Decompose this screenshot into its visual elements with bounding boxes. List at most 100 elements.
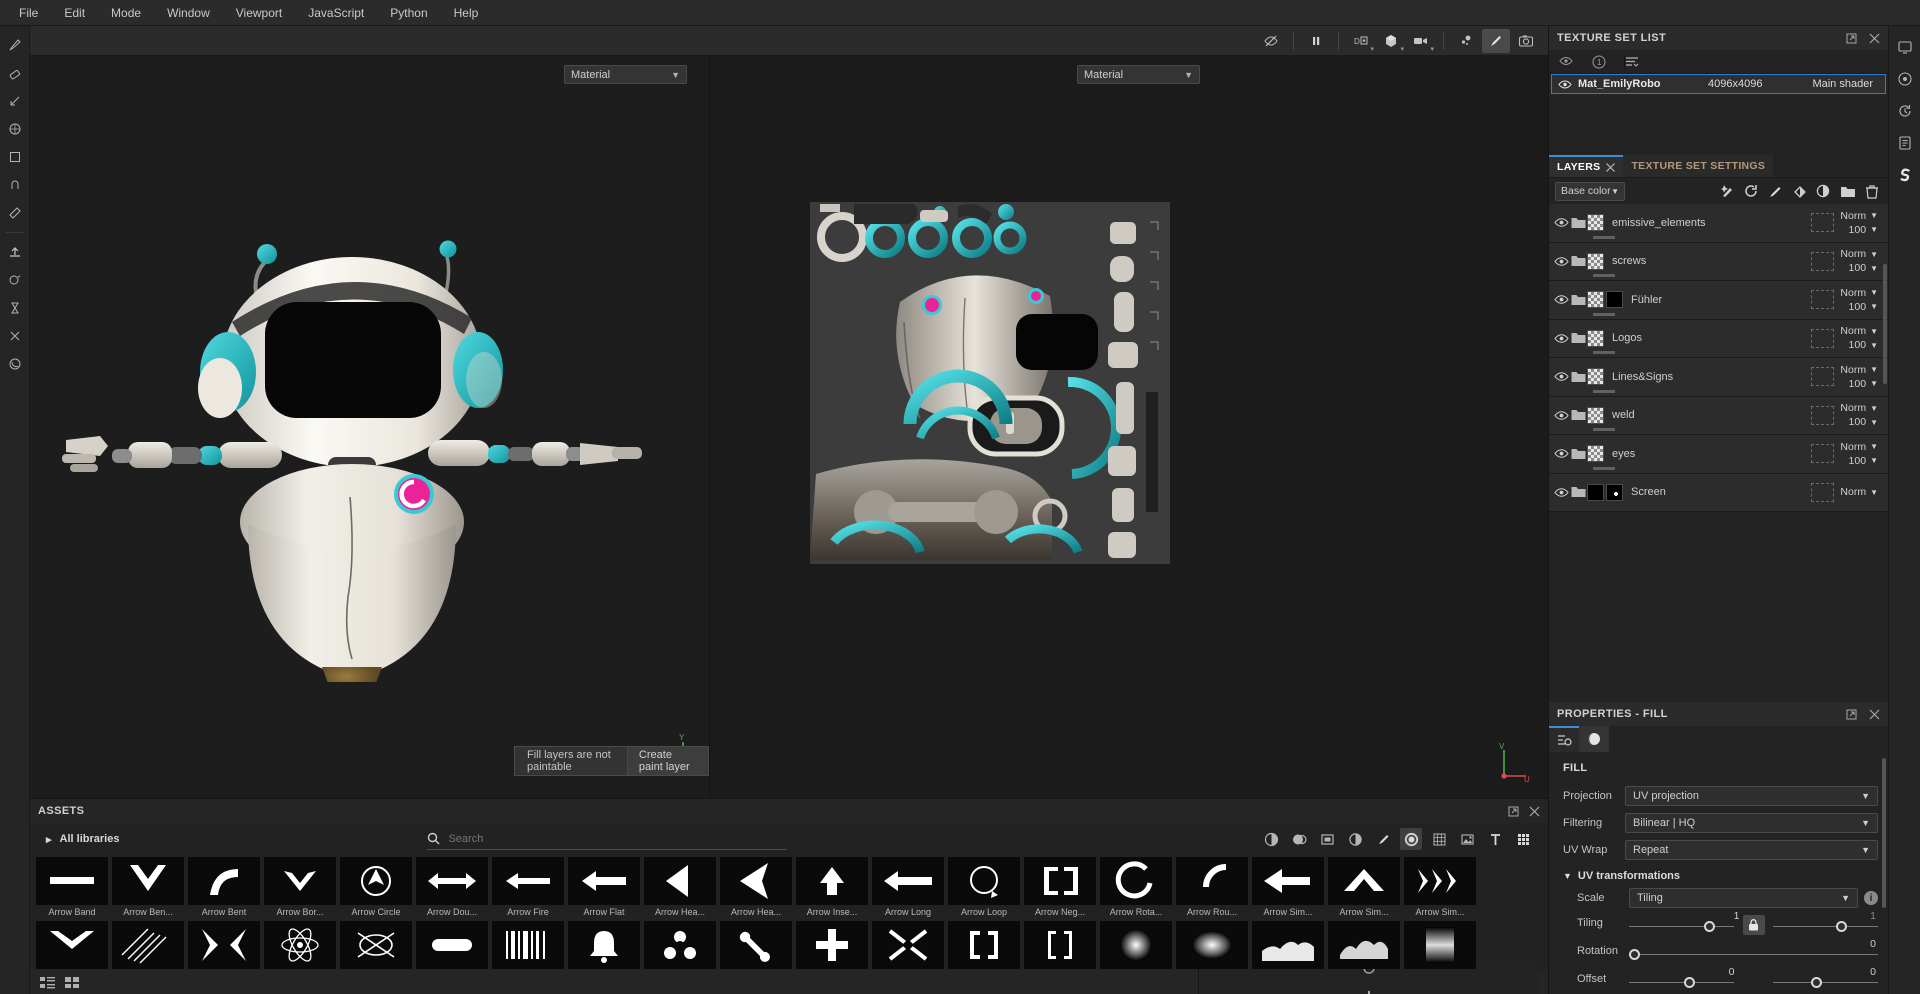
hourglass-icon[interactable] (2, 295, 28, 321)
export-icon[interactable] (2, 239, 28, 265)
assets-grid-scroll[interactable]: Arrow Band Arrow Ben... Arrow Bent Arrow… (30, 855, 1548, 970)
menu-mode[interactable]: Mode (98, 2, 154, 24)
maximize-icon[interactable] (1846, 709, 1857, 720)
asset-item[interactable]: Arrow Sim... (1328, 857, 1400, 917)
asset-item[interactable] (264, 921, 336, 970)
tab-layers[interactable]: LAYERS (1549, 155, 1624, 177)
layer-row[interactable]: Logos Norm ▼ 100 ▼ (1549, 319, 1888, 358)
list-view-icon[interactable] (40, 976, 55, 989)
layer-blend-mode[interactable]: Norm ▼ (1840, 248, 1878, 260)
layer-row[interactable]: weld Norm ▼ 100 ▼ (1549, 396, 1888, 435)
filter-masks-icon[interactable] (1316, 828, 1338, 850)
close-icon[interactable] (1606, 162, 1616, 172)
asset-item[interactable]: Arrow Loop (948, 857, 1020, 917)
viewport-2d-uv[interactable]: Material ▼ V U (710, 56, 1548, 798)
eye-icon[interactable] (1553, 448, 1569, 459)
filter-alphas-icon[interactable] (1400, 828, 1422, 850)
asset-item[interactable]: Arrow Flat (568, 857, 640, 917)
filter-smart-materials-icon[interactable] (1288, 828, 1310, 850)
asset-item[interactable]: Arrow Bor... (264, 857, 336, 917)
add-smart-mask-icon[interactable] (1744, 184, 1759, 199)
asset-item[interactable]: Arrow Sim... (36, 921, 108, 970)
eraser-tool-icon[interactable] (2, 60, 28, 86)
close-icon[interactable] (1869, 709, 1880, 720)
layer-mask-placeholder[interactable] (1811, 290, 1835, 310)
geometry-decal-icon[interactable] (2, 116, 28, 142)
rotation-knob[interactable] (1629, 949, 1640, 960)
menu-viewport[interactable]: Viewport (223, 2, 295, 24)
layer-row[interactable]: screws Norm ▼ 100 ▼ (1549, 242, 1888, 281)
asset-item[interactable] (948, 921, 1020, 970)
layer-opacity[interactable]: 100 ▼ (1849, 224, 1878, 236)
visibility-toggle-icon[interactable] (1559, 55, 1574, 68)
menu-javascript[interactable]: JavaScript (295, 2, 377, 24)
add-paint-layer-icon[interactable] (1768, 184, 1783, 199)
asset-item[interactable] (1252, 921, 1324, 970)
history-icon[interactable] (1892, 98, 1918, 124)
create-paint-layer-button[interactable]: Create paint layer (626, 747, 708, 775)
scale-select[interactable]: Tiling ▼ (1629, 888, 1858, 908)
asset-item[interactable] (340, 921, 412, 970)
layer-blend-mode[interactable]: Norm ▼ (1840, 287, 1878, 299)
layer-mask-placeholder[interactable] (1811, 328, 1835, 348)
menu-python[interactable]: Python (377, 2, 440, 24)
tiling-u-knob[interactable] (1703, 921, 1715, 932)
maximize-icon[interactable] (1846, 33, 1857, 44)
viewport-3d-channel-select[interactable]: Material ▼ (564, 65, 687, 84)
viewport-3d[interactable]: Material ▼ Y Fill layers are not paintab… (30, 56, 710, 798)
screenshot-icon[interactable] (1512, 29, 1540, 53)
texture-set-row[interactable]: Mat_EmilyRobo 4096x4096 Main shader (1551, 74, 1886, 94)
eye-icon[interactable] (1553, 256, 1569, 267)
layer-opacity[interactable]: 100 ▼ (1849, 416, 1878, 428)
sphere-preview-icon[interactable] (2, 351, 28, 377)
menu-file[interactable]: File (6, 2, 51, 24)
layer-opacity[interactable]: 100 ▼ (1849, 262, 1878, 274)
settings-tool-icon[interactable] (2, 323, 28, 349)
eye-icon[interactable] (1553, 371, 1569, 382)
asset-item[interactable]: Arrow Hea... (720, 857, 792, 917)
asset-item[interactable] (1100, 921, 1172, 970)
layer-mask-placeholder[interactable] (1811, 367, 1835, 387)
properties-scrollbar[interactable] (1882, 758, 1886, 908)
eye-icon[interactable] (1558, 79, 1572, 90)
menu-edit[interactable]: Edit (51, 2, 98, 24)
asset-item[interactable]: Arrow Long (872, 857, 944, 917)
filter-textures-icon[interactable] (1428, 828, 1450, 850)
layer-opacity[interactable]: 100 ▼ (1849, 339, 1878, 351)
uvwrap-select[interactable]: Repeat ▼ (1625, 840, 1878, 860)
filter-environments-icon[interactable] (1456, 828, 1478, 850)
eye-icon[interactable] (1553, 410, 1569, 421)
filter-materials-icon[interactable] (1260, 828, 1282, 850)
tiling-v-knob[interactable] (1835, 921, 1847, 932)
asset-item[interactable]: Arrow Neg... (1024, 857, 1096, 917)
info-icon[interactable]: i (1864, 891, 1878, 905)
asset-item[interactable]: Arrow Band (36, 857, 108, 917)
layer-blend-mode[interactable]: Norm ▼ (1840, 486, 1878, 498)
asset-item[interactable]: Arrow Sim... (1252, 857, 1324, 917)
all-libraries-toggle[interactable]: ▸ All libraries (38, 833, 119, 846)
layer-row[interactable]: Screen Norm ▼ (1549, 473, 1888, 512)
pause-icon[interactable] (1302, 29, 1330, 53)
layer-blend-mode[interactable]: Norm ▼ (1840, 364, 1878, 376)
layer-list[interactable]: emissive_elements Norm ▼ 100 ▼ screws No… (1549, 204, 1888, 702)
asset-item[interactable]: Arrow Circle (340, 857, 412, 917)
asset-item[interactable]: Arrow Bent (188, 857, 260, 917)
filtering-select[interactable]: Bilinear | HQ ▼ (1625, 813, 1878, 833)
asset-item[interactable] (112, 921, 184, 970)
asset-item[interactable] (872, 921, 944, 970)
asset-item[interactable] (720, 921, 792, 970)
shader-settings-icon[interactable] (1892, 66, 1918, 92)
offset-v-knob[interactable] (1810, 977, 1822, 988)
material-picker-icon[interactable] (2, 200, 28, 226)
filter-brushes-icon[interactable] (1372, 828, 1394, 850)
asset-item[interactable]: Arrow Hea... (644, 857, 716, 917)
display-channels-icon[interactable]: D ▾ (1347, 29, 1375, 53)
camera-rotation-icon[interactable]: ▾ (1407, 29, 1435, 53)
layer-blend-mode[interactable]: Norm ▼ (1840, 441, 1878, 453)
paint-tool-icon[interactable] (2, 32, 28, 58)
viewport-2d-channel-select[interactable]: Material ▼ (1077, 65, 1200, 84)
layer-row[interactable]: eyes Norm ▼ 100 ▼ (1549, 435, 1888, 474)
eye-icon[interactable] (1553, 294, 1569, 305)
layer-opacity[interactable]: 100 ▼ (1849, 301, 1878, 313)
offset-sliders[interactable]: 0 0 (1629, 966, 1878, 992)
